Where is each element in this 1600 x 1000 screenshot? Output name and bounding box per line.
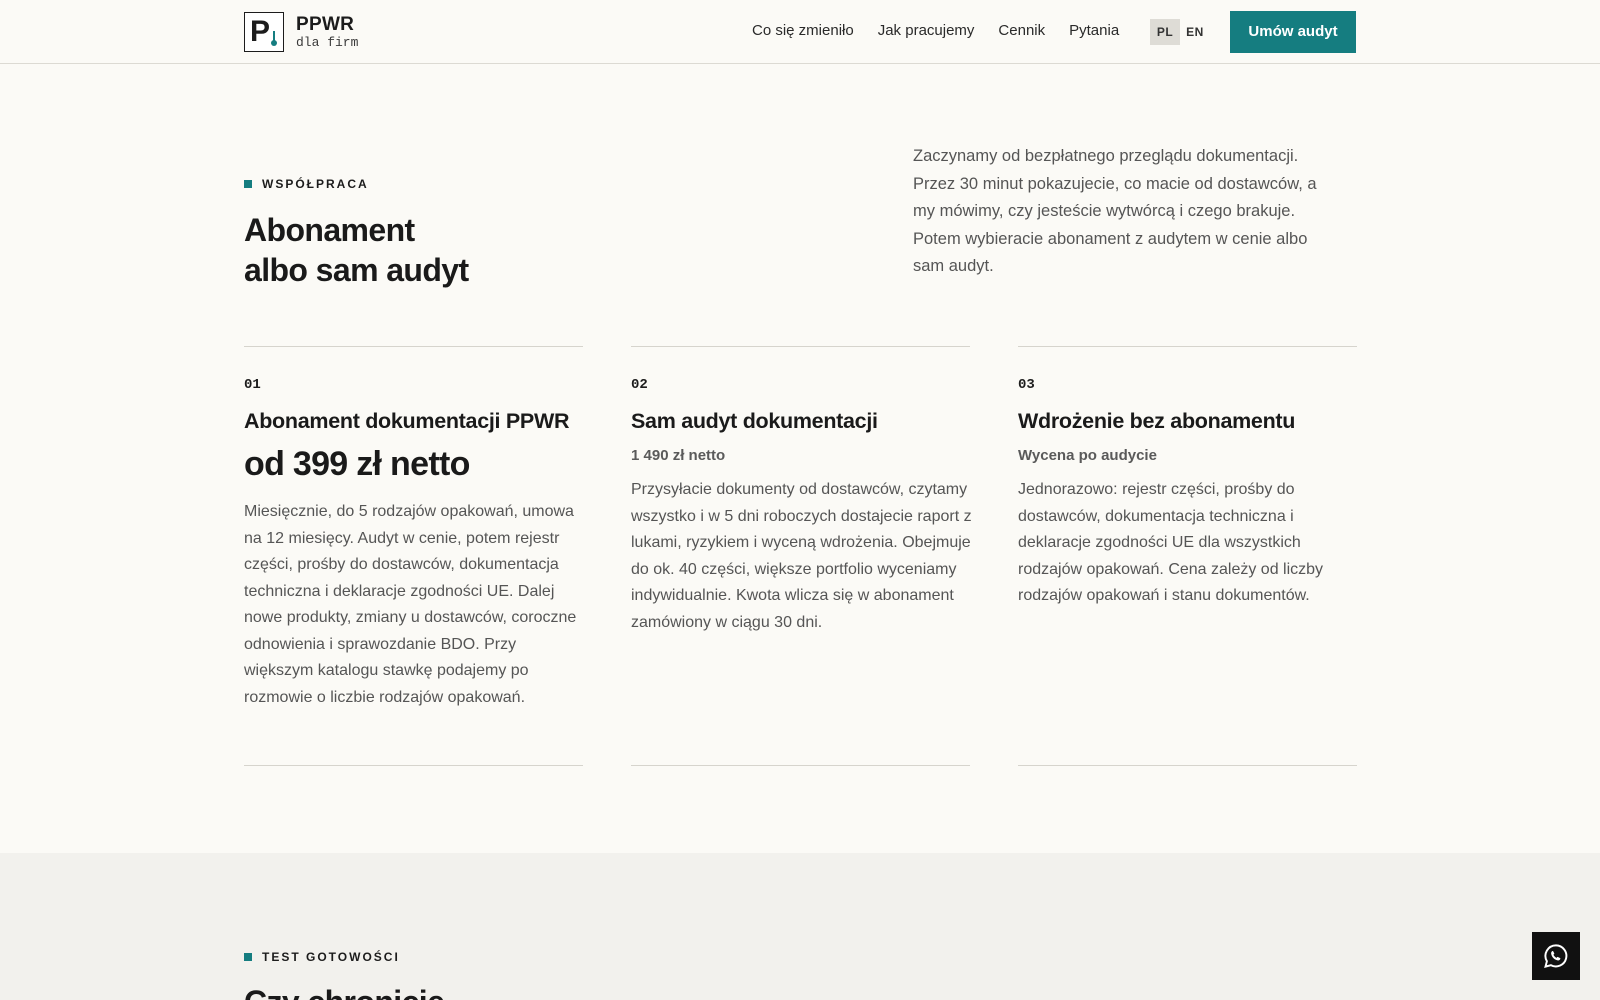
card-title: Abonament dokumentacji PPWR [244, 409, 570, 433]
section-title-line2: albo sam audyt [244, 252, 469, 288]
logo-name: PPWR [296, 13, 355, 35]
logo-subtitle: dla firm [296, 34, 359, 50]
card-title: Sam audyt dokumentacji [631, 409, 878, 433]
site-header: P PPWR dla firm Co się zmieniło Jak prac… [0, 0, 1600, 64]
card-price: Wycena po audycie [1018, 447, 1157, 464]
kicker-square-icon [244, 180, 252, 188]
section-kicker: WSPÓŁPRACA [244, 177, 369, 191]
main-nav: Co się zmieniło Jak pracujemy Cennik Pyt… [752, 22, 1143, 39]
offer-card-subscription: 01 Abonament dokumentacji PPWR od 399 zł… [244, 346, 583, 766]
logo-dot [271, 40, 277, 46]
nav-link-changes[interactable]: Co się zmieniło [752, 22, 854, 39]
card-description: Przysyłacie dokumenty od dostawców, czyt… [631, 481, 972, 631]
readiness-section [0, 853, 1600, 1000]
section-title: Abonament albo sam audyt [244, 210, 469, 290]
card-description: Jednorazowo: rejestr części, prośby do d… [1018, 481, 1324, 604]
kicker-square-icon [244, 953, 252, 961]
card-number: 01 [244, 377, 261, 393]
offer-card-audit: 02 Sam audyt dokumentacji 1 490 zł netto… [631, 346, 972, 766]
kicker-label: WSPÓŁPRACA [262, 177, 369, 191]
kicker-label: TEST GOTOWOŚCI [262, 950, 400, 964]
logo-letter: P [250, 15, 271, 48]
card-description: Miesięcznie, do 5 rodzajów opakowań, umo… [244, 503, 577, 706]
intro-paragraph: Zaczynamy od bezpłatnego przeglądu dokum… [913, 147, 1317, 275]
card-price: od 399 zł netto [244, 445, 470, 483]
language-switcher: PL EN [1150, 19, 1210, 45]
section-title-line1: Abonament [244, 212, 415, 248]
card-number: 02 [631, 377, 648, 393]
nav-link-how-we-work[interactable]: Jak pracujemy [878, 22, 975, 39]
nav-link-pricing[interactable]: Cennik [998, 22, 1045, 39]
readiness-title: Czy chronicie [244, 982, 445, 1000]
lang-en-button[interactable]: EN [1180, 19, 1210, 45]
whatsapp-chat-button[interactable] [1532, 932, 1580, 980]
logo-text: PPWR dla firm [296, 13, 359, 50]
whatsapp-icon [1544, 944, 1568, 968]
lang-pl-button[interactable]: PL [1150, 19, 1180, 45]
book-audit-button[interactable]: Umów audyt [1230, 11, 1356, 53]
card-title: Wdrożenie bez abonamentu [1018, 409, 1296, 433]
card-price: 1 490 zł netto [631, 447, 726, 464]
readiness-kicker: TEST GOTOWOŚCI [244, 950, 400, 964]
offer-card-implementation: 03 Wdrożenie bez abonamentu Wycena po au… [1018, 346, 1357, 766]
logo[interactable]: P PPWR dla firm [244, 12, 358, 52]
nav-link-faq[interactable]: Pytania [1069, 22, 1119, 39]
card-number: 03 [1018, 377, 1035, 393]
logo-mark: P [244, 12, 284, 52]
